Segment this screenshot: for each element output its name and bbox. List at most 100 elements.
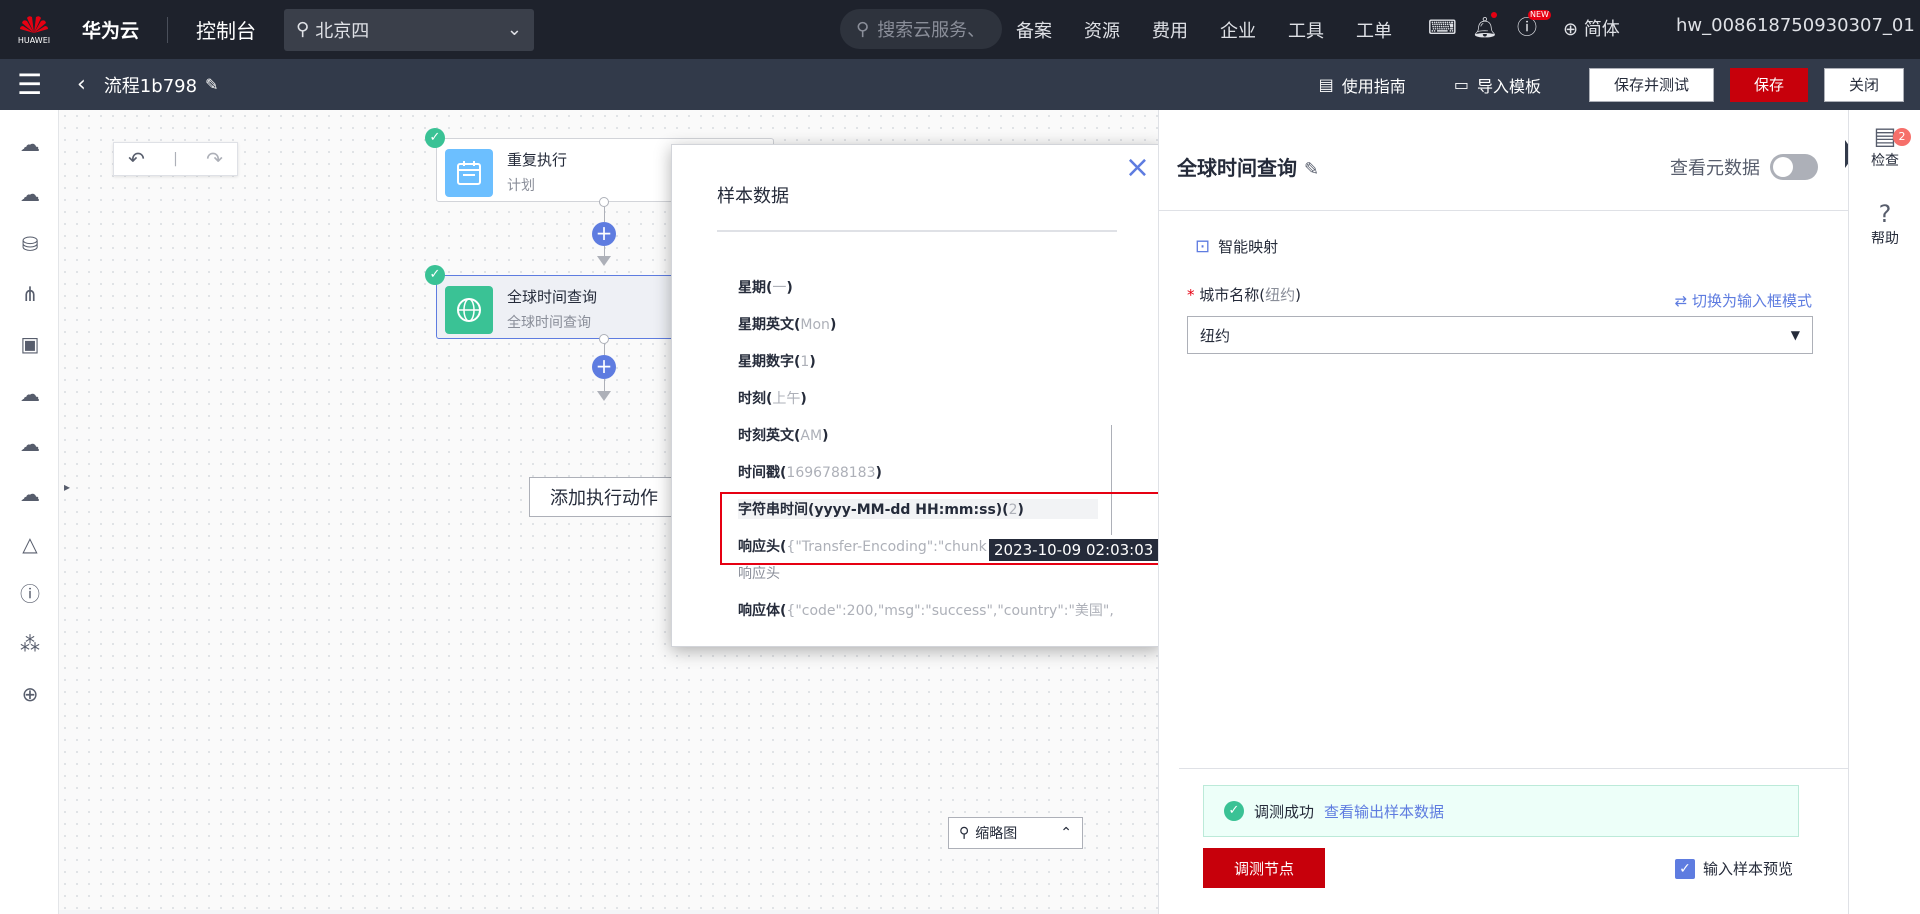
expand-arrow-icon[interactable]: ▸ — [64, 480, 70, 494]
globe-icon: ⊕ — [1563, 19, 1584, 40]
cloud-upload-icon[interactable]: ☁ — [16, 430, 44, 458]
cloud-sync-icon[interactable]: ☁ — [16, 480, 44, 508]
view-output-link[interactable]: 查看输出样本数据 — [1324, 801, 1444, 822]
cone-icon[interactable]: △ — [16, 530, 44, 558]
close-icon[interactable]: × — [1125, 150, 1150, 185]
row-label: 星期英文( — [738, 317, 801, 333]
nav-link-resources[interactable]: 资源 — [1084, 17, 1120, 43]
back-arrow-icon[interactable]: ‹ — [77, 72, 86, 97]
add-step-button[interactable]: + — [592, 222, 616, 246]
row-sample: 一 — [772, 280, 787, 296]
city-select[interactable]: 纽约 ▼ — [1187, 316, 1813, 354]
terminal-icon[interactable]: ⌨ — [1428, 14, 1457, 40]
add-step-button[interactable]: + — [592, 355, 616, 379]
flow-actions: ▤ 使用指南 ▭ 导入模板 保存并测试 保存 关闭 — [1319, 59, 1920, 110]
edit-pencil-icon[interactable]: ✎ — [1304, 159, 1319, 180]
storage-icon[interactable]: ▣ — [16, 330, 44, 358]
ip-icon[interactable]: ⓘ — [16, 580, 44, 608]
switch-mode-label: 切换为输入框模式 — [1691, 292, 1812, 310]
location-pin-icon: ⚲ — [296, 19, 310, 40]
row-label: 时间戳( — [738, 465, 787, 481]
save-and-test-button[interactable]: 保存并测试 — [1588, 67, 1714, 102]
globe-www-icon[interactable]: ⊕ — [16, 680, 44, 708]
connector-line — [604, 207, 605, 222]
field-label-hint: 纽约 — [1265, 286, 1296, 304]
help-tool[interactable]: ? 帮助 — [1849, 200, 1920, 248]
huawei-logo[interactable]: HUAWEI — [0, 14, 68, 45]
help-icon[interactable]: ⓘ NEW — [1514, 10, 1551, 40]
nav-link-enterprise[interactable]: 企业 — [1220, 17, 1256, 43]
console-link[interactable]: 控制台 — [196, 15, 256, 44]
folder-icon: ▭ — [1453, 75, 1469, 94]
row-end: ) — [809, 354, 816, 370]
row-sample: 上午 — [772, 391, 801, 407]
debug-node-button[interactable]: 调测节点 — [1203, 848, 1325, 888]
redo-icon[interactable]: ↷ — [206, 147, 223, 171]
mapping-icon: ⊡ — [1195, 236, 1211, 257]
chevron-down-icon: ⌄ — [506, 19, 523, 40]
undo-icon[interactable]: ↶ — [128, 147, 145, 171]
metadata-label: 查看元数据 — [1670, 158, 1760, 179]
node-config-panel: 全球时间查询 ✎ 查看元数据 ⊡ 智能映射 * 城市名称(纽约) ⇄ 切换为输入… — [1158, 110, 1849, 914]
new-badge: NEW — [1528, 10, 1551, 20]
sample-row-weekday[interactable]: 星期(一) — [738, 277, 793, 297]
edit-pencil-icon[interactable]: ✎ — [205, 75, 218, 94]
row-end: ) — [875, 465, 882, 481]
minimap-toggle[interactable]: ⚲ 缩略图 ⌃ — [948, 817, 1083, 849]
switch-input-mode-link[interactable]: ⇄ 切换为输入框模式 — [1675, 290, 1812, 311]
input-preview-checkbox[interactable]: ✓ 输入样本预览 — [1675, 858, 1793, 879]
logo-text: HUAWEI — [17, 36, 51, 45]
menu-icon[interactable]: ☰ — [0, 59, 59, 110]
sample-row-ampm[interactable]: 时刻(上午) — [738, 388, 807, 408]
node-title: 重复执行 — [507, 151, 568, 169]
smart-mapping-button[interactable]: ⊡ 智能映射 — [1195, 236, 1278, 257]
field-label-text: 城市名称( — [1199, 286, 1266, 304]
user-guide-label: 使用指南 — [1341, 76, 1406, 96]
network-icon[interactable]: ⋔ — [16, 280, 44, 308]
metadata-toggle[interactable] — [1770, 154, 1818, 180]
nav-link-billing[interactable]: 费用 — [1152, 17, 1188, 43]
user-account[interactable]: hw_008618750930307_01 — [1676, 15, 1915, 36]
cloud-server-icon[interactable]: ☁ — [16, 130, 44, 158]
nav-link-beian[interactable]: 备案 — [1016, 17, 1052, 43]
check-tool[interactable]: ▤ 检查 2 — [1849, 122, 1920, 170]
user-guide-link[interactable]: ▤ 使用指南 — [1319, 73, 1406, 97]
brand-name[interactable]: 华为云 — [82, 16, 139, 43]
row-label: 时刻( — [738, 391, 773, 407]
close-button[interactable]: 关闭 — [1823, 67, 1904, 102]
database-icon[interactable]: ⛁ — [16, 230, 44, 258]
language-selector[interactable]: ⊕ 简体 — [1563, 15, 1620, 41]
cluster-icon[interactable]: ⁂ — [16, 630, 44, 658]
connector-arrow — [597, 256, 611, 266]
cloud-icon[interactable]: ☁ — [16, 180, 44, 208]
row-label: 星期数字( — [738, 354, 801, 370]
row-end: ) — [786, 280, 793, 296]
nav-link-tools[interactable]: 工具 — [1288, 17, 1324, 43]
row-label: 响应体( — [738, 603, 787, 619]
connector-line — [604, 246, 605, 256]
add-action-button[interactable]: 添加执行动作 — [529, 477, 679, 517]
sample-row-weekday-en[interactable]: 星期英文(Mon) — [738, 314, 836, 334]
cloud-service-icon[interactable]: ☁ — [16, 380, 44, 408]
success-text: 调测成功 — [1254, 802, 1315, 821]
region-label: 北京四 — [315, 20, 370, 42]
required-marker: * — [1187, 286, 1200, 304]
import-template-link[interactable]: ▭ 导入模板 — [1454, 73, 1541, 97]
checkbox-checked-icon: ✓ — [1675, 858, 1695, 879]
save-button[interactable]: 保存 — [1729, 67, 1808, 102]
swap-icon: ⇄ — [1674, 292, 1692, 310]
connector-dot — [599, 334, 609, 344]
sample-row-weekday-num[interactable]: 星期数字(1) — [738, 351, 816, 371]
sample-row-ampm-en[interactable]: 时刻英文(AM) — [738, 425, 828, 445]
sample-row-timestamp[interactable]: 时间戳(1696788183) — [738, 462, 882, 482]
sample-row-response-body[interactable]: 响应体({"code":200,"msg":"success","country… — [738, 600, 1114, 620]
question-icon: ? — [1878, 200, 1892, 228]
nav-link-tickets[interactable]: 工单 — [1356, 17, 1392, 43]
field-label-end: ) — [1295, 286, 1302, 304]
bell-icon[interactable]: 🔔︎ — [1472, 12, 1498, 40]
row-sample: {"code":200,"msg":"success","country":"美… — [786, 603, 1114, 619]
region-selector[interactable]: ⚲ 北京四 ⌄ — [284, 8, 535, 51]
divider: | — [173, 151, 178, 167]
search-input[interactable]: ⚲ 搜索云服务、 — [840, 9, 1002, 49]
row-end: ) — [822, 428, 829, 444]
